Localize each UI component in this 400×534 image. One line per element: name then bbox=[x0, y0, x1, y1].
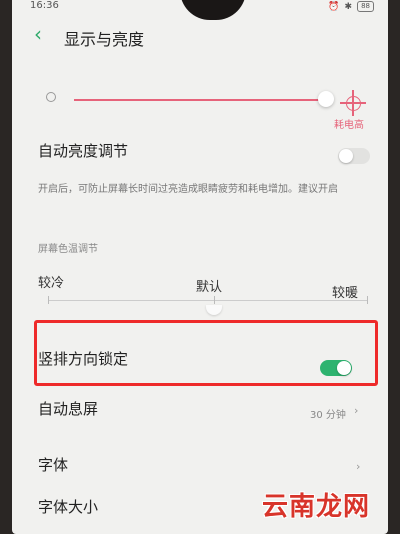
orientation-lock-toggle[interactable] bbox=[320, 360, 352, 376]
color-temperature-track[interactable] bbox=[48, 300, 368, 301]
alarm-icon: ⏰ bbox=[328, 1, 340, 12]
status-bar: 16:36 ⏰ ✱ 88 bbox=[12, 0, 388, 16]
header: ‹ 显示与亮度 bbox=[12, 20, 388, 52]
page-title: 显示与亮度 bbox=[64, 30, 145, 49]
high-brightness-icon bbox=[340, 90, 366, 116]
status-time: 16:36 bbox=[30, 0, 59, 11]
font-row[interactable]: 字体 › bbox=[12, 450, 388, 480]
brightness-high-label: 耗电高 bbox=[334, 120, 364, 131]
brightness-track[interactable] bbox=[74, 99, 324, 101]
font-size-label: 字体大小 bbox=[38, 498, 99, 516]
cool-label: 较冷 bbox=[38, 276, 65, 291]
orientation-lock-row[interactable]: 竖排方向锁定 bbox=[12, 344, 388, 378]
auto-brightness-label: 自动亮度调节 bbox=[38, 142, 129, 160]
low-brightness-icon bbox=[46, 92, 56, 102]
warm-label: 较暖 bbox=[332, 286, 359, 301]
color-temperature-section-label: 屏幕色温调节 bbox=[38, 244, 98, 255]
auto-brightness-description: 开启后，可防止屏幕长时间过亮造成眼睛疲劳和耗电增加。建议开启 bbox=[38, 184, 338, 195]
slider-tick bbox=[367, 296, 368, 304]
auto-screen-off-label: 自动息屏 bbox=[38, 400, 99, 418]
chevron-right-icon: › bbox=[356, 460, 361, 473]
auto-brightness-toggle[interactable] bbox=[338, 148, 370, 164]
default-label: 默认 bbox=[196, 280, 223, 295]
watermark-logo: 云南龙网 bbox=[262, 492, 371, 522]
slider-tick bbox=[48, 296, 49, 304]
auto-brightness-row[interactable]: 自动亮度调节 bbox=[12, 138, 388, 168]
brightness-slider[interactable]: 耗电高 bbox=[12, 78, 388, 131]
battery-icon: 88 bbox=[357, 1, 374, 12]
slider-tick bbox=[214, 296, 215, 304]
chevron-right-icon: › bbox=[354, 404, 359, 417]
auto-screen-off-row[interactable]: 自动息屏 30 分钟 › bbox=[12, 394, 388, 424]
status-icons: ⏰ ✱ 88 bbox=[328, 1, 374, 12]
phone-screen: 16:36 ⏰ ✱ 88 ‹ 显示与亮度 耗电高 自动亮度调节 开启后，可防止屏… bbox=[12, 0, 388, 534]
orientation-lock-label: 竖排方向锁定 bbox=[38, 350, 129, 368]
bluetooth-icon: ✱ bbox=[344, 1, 353, 12]
back-arrow-icon[interactable]: ‹ bbox=[34, 24, 42, 44]
color-temperature-thumb[interactable] bbox=[206, 305, 222, 315]
auto-screen-off-value: 30 分钟 bbox=[310, 410, 346, 421]
brightness-thumb[interactable] bbox=[318, 91, 334, 107]
font-label: 字体 bbox=[38, 456, 69, 474]
